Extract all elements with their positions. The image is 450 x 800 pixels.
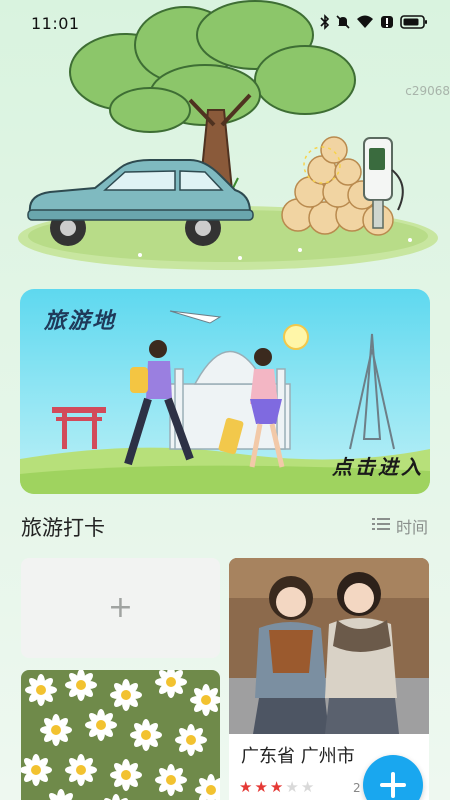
star-filled-icon: ★ <box>254 778 268 796</box>
flower-photo <box>21 670 220 800</box>
star-empty-icon: ★ <box>285 778 299 796</box>
star-filled-icon: ★ <box>269 778 284 796</box>
add-checkin-card[interactable]: + <box>21 558 220 658</box>
sort-label: 时间 <box>395 518 428 537</box>
status-bar: 11:01 <box>0 0 450 46</box>
star-filled-icon: ★ <box>239 778 253 796</box>
status-icons <box>320 14 428 34</box>
list-icon <box>371 516 390 536</box>
flower-photo-card[interactable] <box>21 670 220 800</box>
star-empty-icon: ★ <box>300 778 315 796</box>
mute-icon <box>336 14 350 34</box>
rating-stars: ★ ★ ★ ★ ★ <box>239 780 314 795</box>
status-time: 11:01 <box>31 14 80 33</box>
checkin-place: 广东省 广州市 <box>241 746 355 767</box>
plus-icon <box>380 772 406 798</box>
bluetooth-icon <box>320 14 330 34</box>
plus-icon: + <box>107 590 134 625</box>
section-title: 旅游打卡 <box>21 516 105 540</box>
battery-icon <box>400 14 428 34</box>
banner-title: 旅游地 <box>44 309 117 334</box>
checkin-photo <box>229 558 429 734</box>
banner-cta[interactable]: 点击进入 <box>332 451 424 480</box>
wifi-icon <box>356 14 374 34</box>
alert-icon <box>380 14 394 34</box>
destination-banner[interactable]: 旅游地 点击进入 <box>20 289 430 494</box>
time-sort-button[interactable]: 时间 <box>371 514 428 538</box>
checkin-count: 2 <box>353 781 361 795</box>
watermark: c29068 <box>405 84 450 98</box>
